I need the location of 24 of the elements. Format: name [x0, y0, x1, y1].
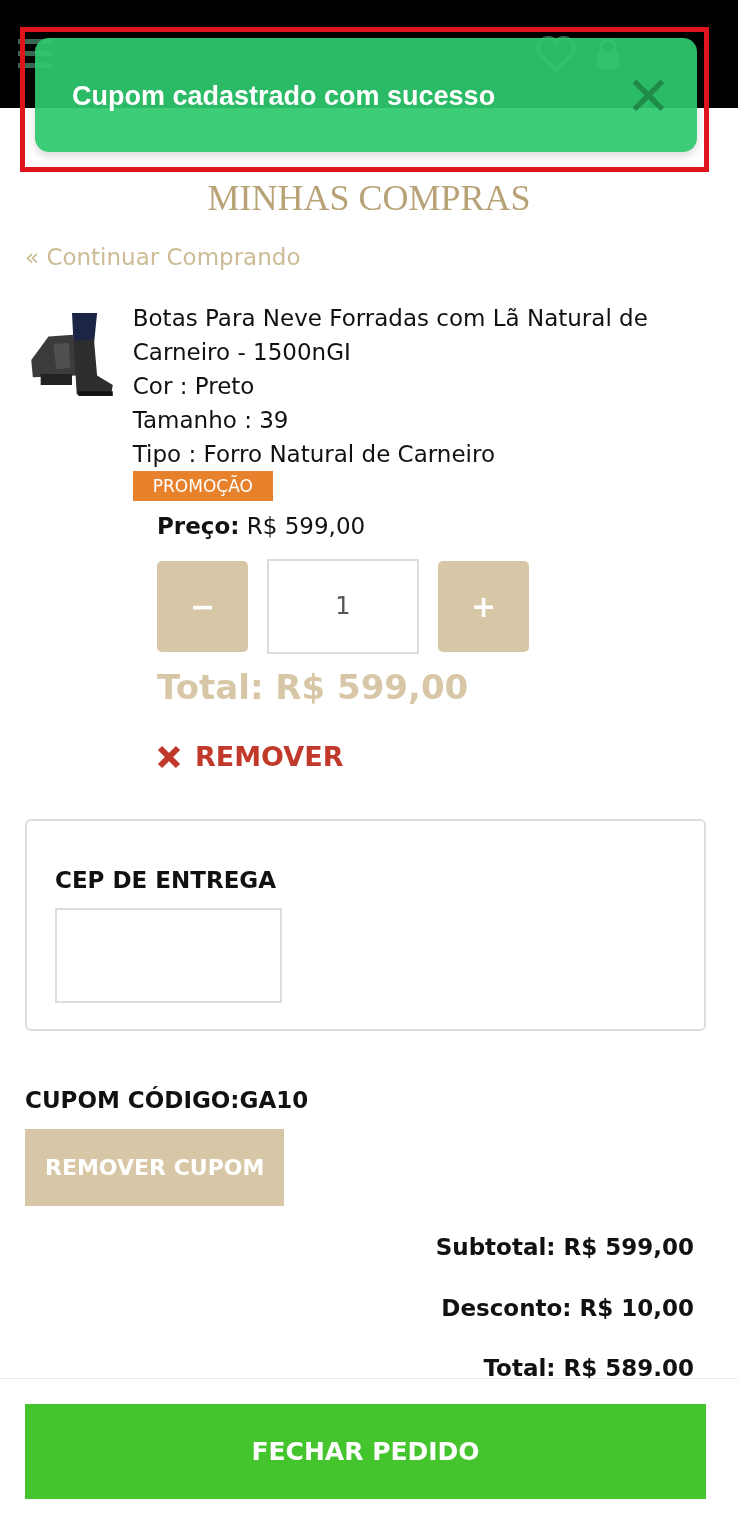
zip-label: CEP DE ENTREGA	[55, 866, 277, 895]
remove-coupon-button[interactable]: REMOVER CUPOM	[25, 1129, 285, 1206]
toast-message: Cupom cadastrado com sucesso	[72, 80, 496, 113]
price-text: Preço: R$ 599,00	[157, 511, 367, 541]
close-button[interactable]: ✕	[625, 70, 671, 124]
checkout-button[interactable]: FECHAR PEDIDO	[25, 1404, 706, 1499]
decrease-button[interactable]: −	[157, 560, 248, 652]
product-name: Botas Para Neve Forradas com Lã Natural de Carneiro - 1500nGI	[132, 303, 649, 367]
summary-line: Desconto: R$ 10,00	[440, 1293, 695, 1323]
product-attribute: Cor : Preto	[132, 371, 256, 401]
increase-button[interactable]: +	[438, 560, 529, 652]
product-attribute: Tipo : Forro Natural de Carneiro	[132, 439, 496, 469]
item-total: Total: R$ 599,00	[157, 665, 470, 709]
page-title: MINHAS COMPRAS	[206, 180, 532, 216]
summary-line: Subtotal: R$ 599,00	[434, 1233, 695, 1262]
coupon-label: CUPOM CÓDIGO:GA10	[25, 1085, 310, 1115]
remove-button[interactable]: REMOVER	[157, 736, 344, 777]
continue-shopping-link[interactable]: « Continuar Comprando	[25, 240, 301, 275]
quantity-field[interactable]: 1	[267, 558, 419, 654]
close-icon	[157, 744, 181, 769]
summary-line: Total: R$ 589.00	[482, 1354, 695, 1383]
zip-field[interactable]	[55, 907, 282, 1003]
product-attribute: Tamanho : 39	[132, 405, 290, 435]
promo-tag: PROMOÇÃO	[132, 470, 273, 501]
